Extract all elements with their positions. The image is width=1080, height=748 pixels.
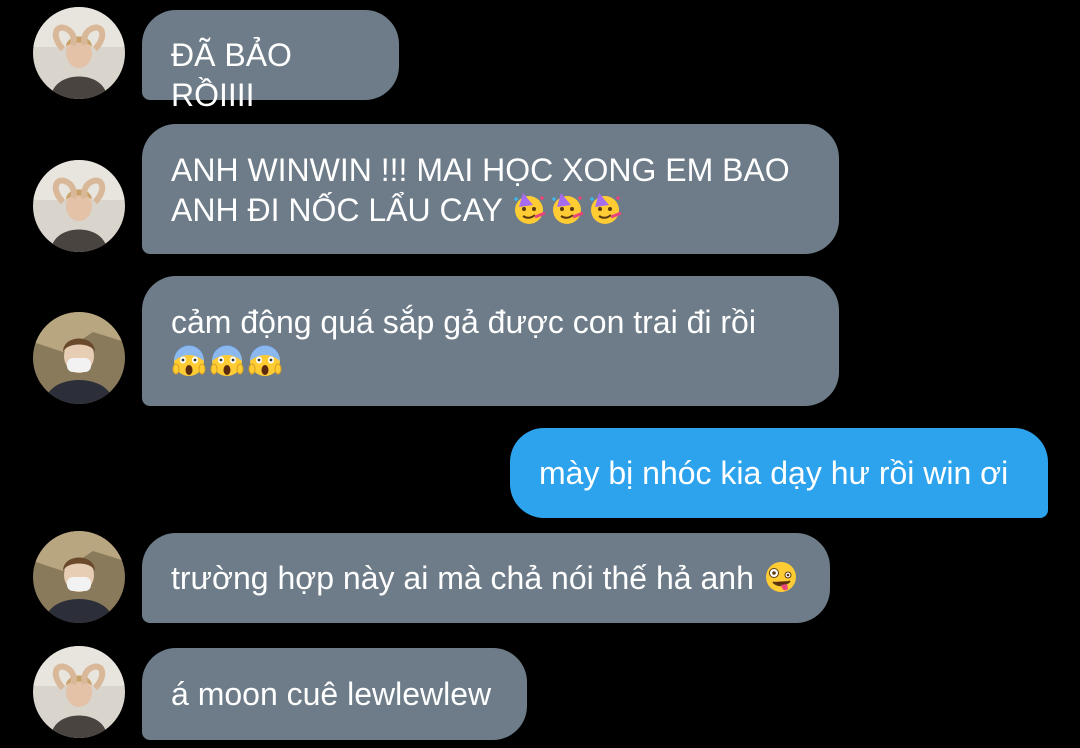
avatar-masked-person-image: [33, 312, 125, 404]
message-text: trường hợp này ai mà chả nói thế hả anh: [171, 558, 801, 598]
message-bubble-incoming[interactable]: ĐÃ BẢO RỒIIII: [142, 10, 399, 113]
message-text: mày bị nhóc kia dạy hư rồi win ơi: [539, 455, 1009, 491]
partying-face-emoji-icon: [552, 193, 584, 224]
message-bubble-outgoing[interactable]: mày bị nhóc kia dạy hư rồi win ơi: [510, 428, 1048, 518]
partying-face-emoji-icon: [590, 193, 622, 224]
avatar-masked-person-image: [33, 531, 125, 623]
emoji-group: [511, 191, 623, 227]
sender-avatar[interactable]: [33, 160, 125, 252]
message-text: ĐÃ BẢO RỒIIII: [171, 37, 292, 113]
emoji-group: [171, 343, 283, 379]
face-screaming-in-fear-emoji-icon: [210, 345, 244, 376]
message-text: cảm động quá sắp gả được con trai đi rồi: [171, 304, 756, 340]
message-bubble-incoming[interactable]: cảm động quá sắp gả được con trai đi rồi: [142, 276, 839, 406]
sender-avatar[interactable]: [33, 646, 125, 738]
avatar-heart-pose-image: [33, 160, 125, 252]
avatar-heart-pose-image: [33, 7, 125, 99]
sender-avatar[interactable]: [33, 312, 125, 404]
sender-avatar[interactable]: [33, 7, 125, 99]
message-text: á moon cuê lewlewlew: [171, 676, 492, 712]
message-text: ANH WINWIN !!! MAI HỌC XONG EM BAO ANH Đ…: [171, 150, 810, 230]
message-text-content: trường hợp này ai mà chả nói thế hả anh: [171, 560, 754, 596]
message-bubble-incoming[interactable]: trường hợp này ai mà chả nói thế hả anh: [142, 533, 830, 623]
message-bubble-incoming[interactable]: á moon cuê lewlewlew: [142, 648, 527, 740]
face-screaming-in-fear-emoji-icon: [172, 345, 206, 376]
avatar-heart-pose-image: [33, 646, 125, 738]
sender-avatar[interactable]: [33, 531, 125, 623]
zany-face-emoji-icon: [765, 562, 796, 592]
message-text-content: ANH WINWIN !!! MAI HỌC XONG EM BAO ANH Đ…: [171, 152, 790, 228]
message-bubble-incoming[interactable]: ANH WINWIN !!! MAI HỌC XONG EM BAO ANH Đ…: [142, 124, 839, 254]
face-screaming-in-fear-emoji-icon: [248, 345, 282, 376]
chat-thread: ĐÃ BẢO RỒIIII ANH WINWIN !!! MAI HỌC XON…: [0, 0, 1080, 748]
partying-face-emoji-icon: [514, 193, 546, 224]
emoji-group: [763, 559, 799, 595]
